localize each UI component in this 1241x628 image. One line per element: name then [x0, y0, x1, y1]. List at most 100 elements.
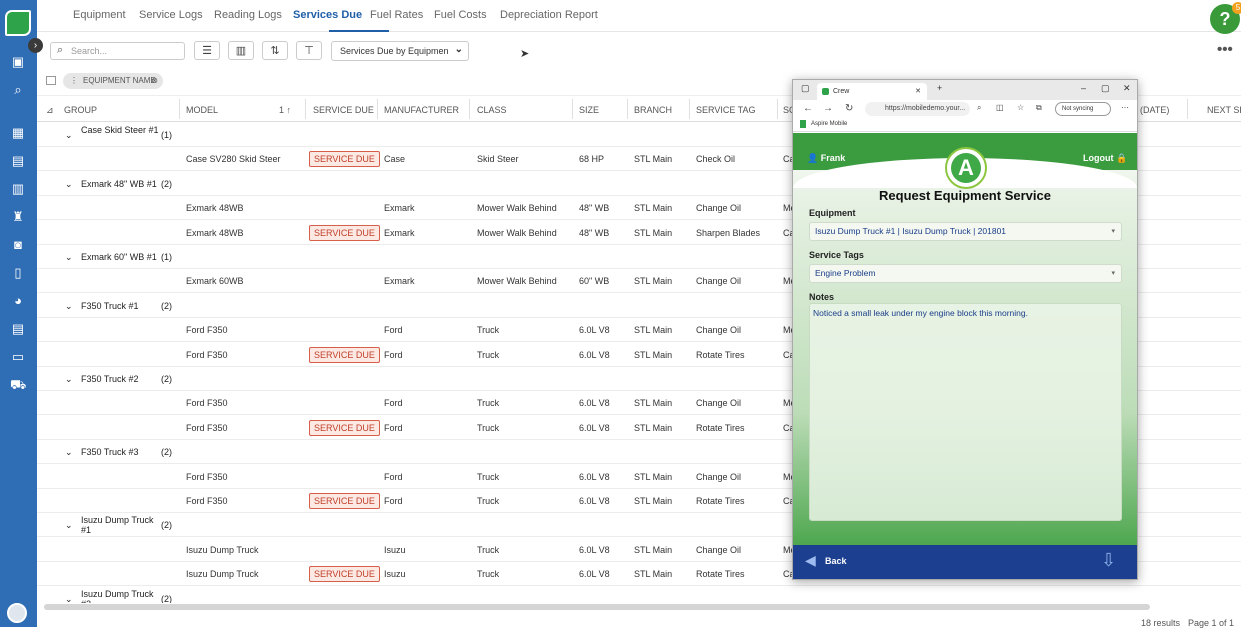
reports-icon[interactable]: ▥	[10, 181, 26, 197]
column-header-service-tag[interactable]: SERVICE TAG	[696, 105, 756, 115]
sync-status-button[interactable]: Not syncing	[1055, 102, 1111, 116]
filter-button[interactable]: ☰	[194, 41, 220, 60]
tab-services-due[interactable]: Services Due	[293, 9, 362, 21]
back-arrow-icon[interactable]: ←	[803, 103, 813, 114]
cell-size: 48" WB	[579, 227, 610, 238]
column-header-group[interactable]: GROUP	[64, 105, 97, 115]
group-panel-icon[interactable]	[46, 76, 56, 85]
tab-fuel-rates[interactable]: Fuel Rates	[370, 9, 423, 21]
service-due-badge: SERVICE DUE	[309, 224, 380, 241]
collapse-sidebar-button[interactable]: ›	[28, 38, 43, 53]
new-tab-icon[interactable]: +	[937, 83, 942, 93]
tab-equipment[interactable]: Equipment	[73, 9, 126, 21]
chevron-down-icon[interactable]: ⌄	[65, 130, 73, 141]
more-options-button[interactable]: •••	[1217, 41, 1233, 58]
dashboard-icon[interactable]: ▣	[10, 54, 26, 70]
cell-service-tag: Rotate Tires	[696, 422, 745, 433]
column-header-next[interactable]: NEXT SE	[1207, 105, 1241, 115]
document-icon[interactable]: ▤	[10, 321, 26, 337]
close-tab-icon[interactable]: ✕	[915, 83, 921, 100]
user-menu[interactable]: 👤 Frank	[807, 153, 845, 164]
back-icon[interactable]: ◀	[805, 552, 816, 569]
sort-indicator[interactable]: 1 ↑	[279, 105, 291, 115]
mobile-app-window: ▢ Crew ✕ + – ▢ ✕ ← → ↻ https://mobiledem…	[792, 79, 1138, 580]
columns-button[interactable]: ▥	[228, 41, 254, 60]
tab-depreciation-report[interactable]: Depreciation Report	[500, 9, 598, 21]
tab-service-logs[interactable]: Service Logs	[139, 9, 203, 21]
cell-manufacturer: Exmark	[384, 276, 415, 287]
aspire-favicon-icon	[800, 120, 806, 128]
chevron-down-icon[interactable]: ⌄	[65, 301, 73, 312]
mouse-cursor-icon: ➤	[520, 48, 530, 60]
column-header-class[interactable]: CLASS	[477, 105, 507, 115]
equipment-select[interactable]: Isuzu Dump Truck #1 | Isuzu Dump Truck |…	[809, 222, 1122, 241]
hierarchy-button[interactable]: ⊤	[296, 41, 322, 60]
maximize-icon[interactable]: ▢	[1101, 83, 1110, 94]
favorite-link[interactable]: Aspire Mobile	[811, 121, 847, 127]
service-tags-select[interactable]: Engine Problem ▾	[809, 264, 1122, 283]
trophy-icon[interactable]: ♜	[10, 209, 26, 225]
url-field[interactable]: https://mobiledemo.your...	[865, 102, 970, 116]
cell-model: Ford F350	[186, 349, 228, 360]
mobile-app-body: 👤 Frank Logout 🔒 A Request Equipment Ser…	[793, 133, 1137, 545]
calendar-icon[interactable]: ▦	[10, 125, 26, 141]
expand-all-icon[interactable]: ⊿	[46, 105, 54, 116]
sort-button[interactable]: ⇅	[262, 41, 288, 60]
camera-icon[interactable]: ◙	[10, 237, 26, 253]
close-window-icon[interactable]: ✕	[1123, 83, 1131, 94]
chevron-down-icon[interactable]: ⌄	[65, 252, 73, 263]
notes-textarea[interactable]: Noticed a small leak under my engine blo…	[809, 303, 1122, 521]
chevron-down-icon[interactable]: ⌄	[65, 179, 73, 190]
tab-reading-logs[interactable]: Reading Logs	[214, 9, 282, 21]
zoom-icon[interactable]: ⌕	[977, 103, 981, 113]
clipboard-icon[interactable]: ▯	[10, 265, 26, 281]
forward-arrow-icon[interactable]: →	[823, 103, 833, 114]
submit-download-icon[interactable]: ⇩	[1101, 550, 1116, 571]
contacts-icon[interactable]: ▤	[10, 153, 26, 169]
column-header-size[interactable]: SIZE	[579, 105, 599, 115]
cell-branch: STL Main	[634, 227, 673, 238]
logout-button[interactable]: Logout 🔒	[1083, 153, 1127, 164]
chevron-down-icon[interactable]: ⌄	[65, 594, 73, 603]
column-header-manufacturer[interactable]: MANUFACTURER	[384, 105, 459, 115]
chevron-down-icon[interactable]: ⌄	[65, 374, 73, 385]
remove-group-icon[interactable]: ⊗	[151, 73, 158, 89]
cell-branch: STL Main	[634, 398, 673, 409]
column-header-service-due[interactable]: SERVICE DUE	[313, 105, 374, 115]
group-chip[interactable]: ⋮ EQUIPMENT NAME ⊗	[63, 73, 163, 89]
minimize-icon[interactable]: –	[1081, 83, 1086, 93]
refresh-icon[interactable]: ↻	[845, 103, 853, 114]
back-button[interactable]: Back	[825, 556, 847, 566]
search-icon[interactable]: ⌕	[10, 82, 26, 98]
column-divider	[627, 99, 628, 119]
tab-actions-icon[interactable]: ▢	[801, 83, 810, 94]
cell-branch: STL Main	[634, 276, 673, 287]
browser-tab[interactable]: Crew ✕	[817, 83, 927, 100]
view-select[interactable]: Services Due by Equipmen ⌄	[331, 41, 469, 61]
app-logo[interactable]	[5, 10, 31, 36]
browser-menu-icon[interactable]: ⋯	[1121, 103, 1129, 112]
chevron-down-icon[interactable]: ⌄	[65, 520, 73, 531]
cell-model: Isuzu Dump Truck	[186, 544, 259, 555]
horizontal-scrollbar[interactable]	[44, 604, 1150, 610]
pie-chart-icon[interactable]: ◕	[10, 293, 26, 309]
column-header-model[interactable]: MODEL	[186, 105, 218, 115]
search-input[interactable]: ⌕ Search...	[50, 42, 185, 60]
column-header-date[interactable]: (DATE)	[1140, 105, 1169, 115]
chevron-down-icon[interactable]: ⌄	[65, 447, 73, 458]
favorite-star-icon[interactable]: ☆	[1017, 103, 1024, 112]
group-row[interactable]: ⌄ Isuzu Dump Truck #2 (2)	[37, 587, 1241, 603]
tab-fuel-costs[interactable]: Fuel Costs	[434, 9, 487, 21]
column-header-branch[interactable]: BRANCH	[634, 105, 672, 115]
cell-size: 6.0L V8	[579, 398, 610, 409]
cell-branch: STL Main	[634, 569, 673, 580]
equipment-icon[interactable]: ⛟	[10, 377, 26, 393]
avatar[interactable]	[7, 603, 27, 623]
collections-icon[interactable]: ⧉	[1036, 103, 1042, 113]
app-footer: ◀ Back ⇩	[793, 545, 1137, 579]
group-name: Case Skid Steer #1	[81, 125, 159, 135]
cell-class: Mower Walk Behind	[477, 276, 557, 287]
archive-icon[interactable]: ▭	[10, 349, 26, 365]
drag-handle-icon[interactable]: ⋮	[70, 73, 78, 89]
read-aloud-icon[interactable]: ◫	[996, 103, 1004, 112]
